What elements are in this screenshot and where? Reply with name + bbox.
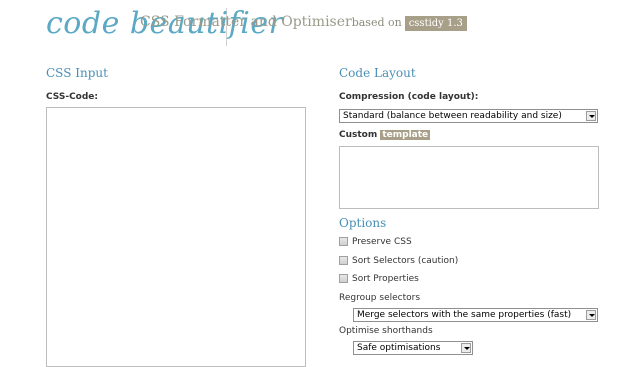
compression-select[interactable]: Standard (balance between readability an… [339, 109, 598, 123]
chevron-down-icon[interactable] [586, 310, 596, 320]
preserve-css-checkbox[interactable] [339, 237, 348, 246]
version-badge: csstidy 1.3 [404, 16, 467, 31]
css-code-label: CSS-Code: [46, 92, 99, 102]
custom-label: Custom [339, 130, 378, 140]
regroup-select[interactable]: Merge selectors with the same properties… [353, 308, 598, 322]
sort-selectors-label: Sort Selectors (caution) [352, 256, 459, 266]
compression-label: Compression (code layout): [339, 92, 479, 102]
custom-template-label: Custom template [339, 130, 431, 140]
chevron-down-icon[interactable] [461, 343, 471, 353]
based-on-text: based on [351, 16, 402, 29]
sort-properties-label: Sort Properties [352, 274, 419, 284]
css-input-heading: CSS Input [46, 66, 108, 80]
custom-template-textarea[interactable] [339, 146, 599, 209]
css-code-textarea[interactable] [46, 107, 306, 367]
page-title-text: CSS Formatter and Optimiser [140, 14, 352, 30]
options-heading: Options [339, 216, 387, 230]
regroup-selectors-label: Regroup selectors [339, 293, 421, 303]
shorthands-select[interactable]: Safe optimisations [353, 341, 473, 355]
shorthands-select-value: Safe optimisations [357, 343, 441, 353]
regroup-select-value: Merge selectors with the same properties… [357, 310, 572, 320]
compression-select-value: Standard (balance between readability an… [343, 111, 562, 121]
preserve-css-label: Preserve CSS [352, 237, 412, 247]
optimise-shorthands-label: Optimise shorthands [339, 326, 433, 336]
code-layout-heading: Code Layout [339, 66, 416, 80]
chevron-down-icon[interactable] [586, 111, 596, 121]
page-title: CSS Formatter and Optimiserbased on cssti… [140, 14, 467, 31]
sort-properties-checkbox[interactable] [339, 274, 348, 283]
template-badge: template [380, 130, 431, 140]
sort-selectors-checkbox[interactable] [339, 256, 348, 265]
